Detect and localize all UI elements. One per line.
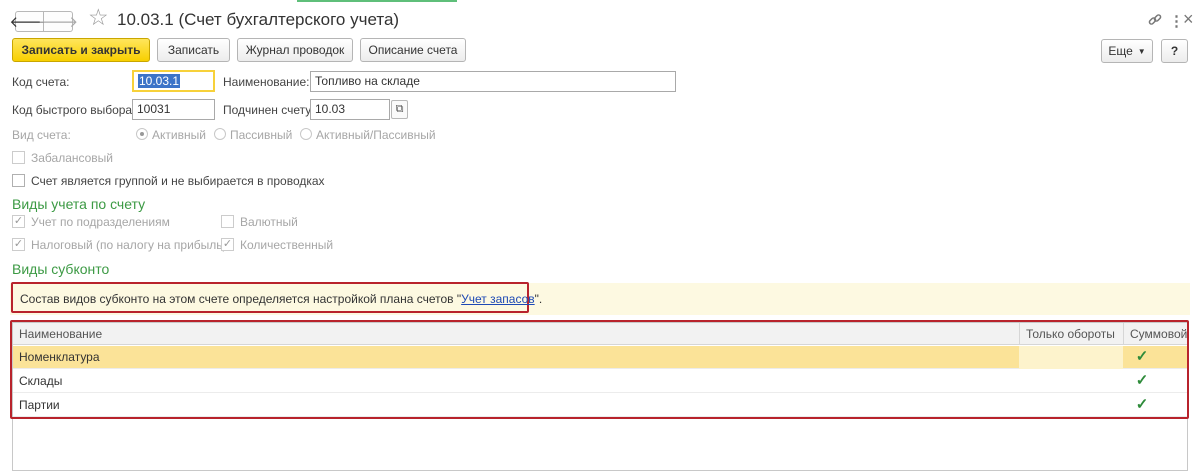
by-departments-label: Учет по подразделениям bbox=[31, 215, 170, 229]
more-vertical-icon[interactable]: ⋮ bbox=[1169, 12, 1184, 30]
info-text: Состав видов субконто на этом счете опре… bbox=[20, 292, 542, 306]
account-description-button[interactable]: Описание счета bbox=[360, 38, 466, 62]
group-label: Счет является группой и не выбирается в … bbox=[31, 174, 325, 188]
tax-label: Налоговый (по налогу на прибыль) bbox=[31, 238, 227, 252]
chevron-down-icon: ▼ bbox=[1137, 46, 1146, 56]
name-input[interactable]: Топливо на складе bbox=[310, 71, 676, 92]
quantity-checkbox[interactable]: ✓ bbox=[221, 238, 234, 251]
kind-active-passive-label: Активный/Пассивный bbox=[316, 128, 436, 142]
kind-passive-label: Пассивный bbox=[230, 128, 293, 142]
save-and-close-button[interactable]: Записать и закрыть bbox=[12, 38, 150, 62]
kind-active-radio[interactable] bbox=[136, 128, 148, 140]
tax-checkbox[interactable]: ✓ bbox=[12, 238, 25, 251]
more-menu-button[interactable]: Еще ▼ bbox=[1101, 39, 1153, 63]
info-suffix: ". bbox=[534, 292, 543, 306]
plan-settings-link[interactable]: Учет запасов bbox=[461, 292, 535, 306]
name-label: Наименование: bbox=[223, 75, 310, 89]
offbalance-checkbox[interactable] bbox=[12, 151, 25, 164]
currency-label: Валютный bbox=[240, 215, 298, 229]
code-value: 10.03.1 bbox=[138, 74, 181, 88]
close-icon[interactable]: × bbox=[1183, 9, 1194, 30]
arrow-right-icon: 🡒 bbox=[37, 14, 79, 31]
link-icon[interactable] bbox=[1147, 12, 1163, 32]
group-checkbox[interactable] bbox=[12, 174, 25, 187]
kind-active-passive-radio[interactable] bbox=[300, 128, 312, 140]
kind-passive-radio[interactable] bbox=[214, 128, 226, 140]
table-highlight-box bbox=[10, 320, 1189, 419]
quick-code-input[interactable]: 10031 bbox=[132, 99, 215, 120]
code-input[interactable]: 10.03.1 bbox=[132, 70, 215, 92]
subconto-heading: Виды субконто bbox=[12, 261, 110, 277]
kind-active-label: Активный bbox=[152, 128, 206, 142]
quick-code-label: Код быстрого выбора: bbox=[12, 103, 136, 117]
window-top-accent bbox=[297, 0, 457, 2]
save-button[interactable]: Записать bbox=[157, 38, 230, 62]
by-departments-checkbox[interactable]: ✓ bbox=[12, 215, 25, 228]
journal-button[interactable]: Журнал проводок bbox=[237, 38, 353, 62]
forward-button[interactable]: 🡒 bbox=[38, 11, 78, 32]
account-kind-label: Вид счета: bbox=[12, 128, 71, 142]
quantity-label: Количественный bbox=[240, 238, 334, 252]
accounting-types-heading: Виды учета по счету bbox=[12, 196, 146, 212]
info-prefix: Состав видов субконто на этом счете опре… bbox=[20, 292, 462, 306]
help-button[interactable]: ? bbox=[1161, 39, 1188, 63]
parent-account-input[interactable]: 10.03 bbox=[310, 99, 390, 120]
favorite-star-icon[interactable]: ☆ bbox=[88, 6, 109, 29]
parent-account-label: Подчинен счету: bbox=[223, 103, 315, 117]
offbalance-label: Забалансовый bbox=[31, 151, 114, 165]
open-parent-icon[interactable]: ⧉ bbox=[391, 100, 408, 119]
code-label: Код счета: bbox=[12, 75, 70, 89]
window-title: 10.03.1 (Счет бухгалтерского учета) bbox=[117, 10, 400, 29]
more-menu-label: Еще bbox=[1108, 44, 1133, 58]
currency-checkbox[interactable] bbox=[221, 215, 234, 228]
